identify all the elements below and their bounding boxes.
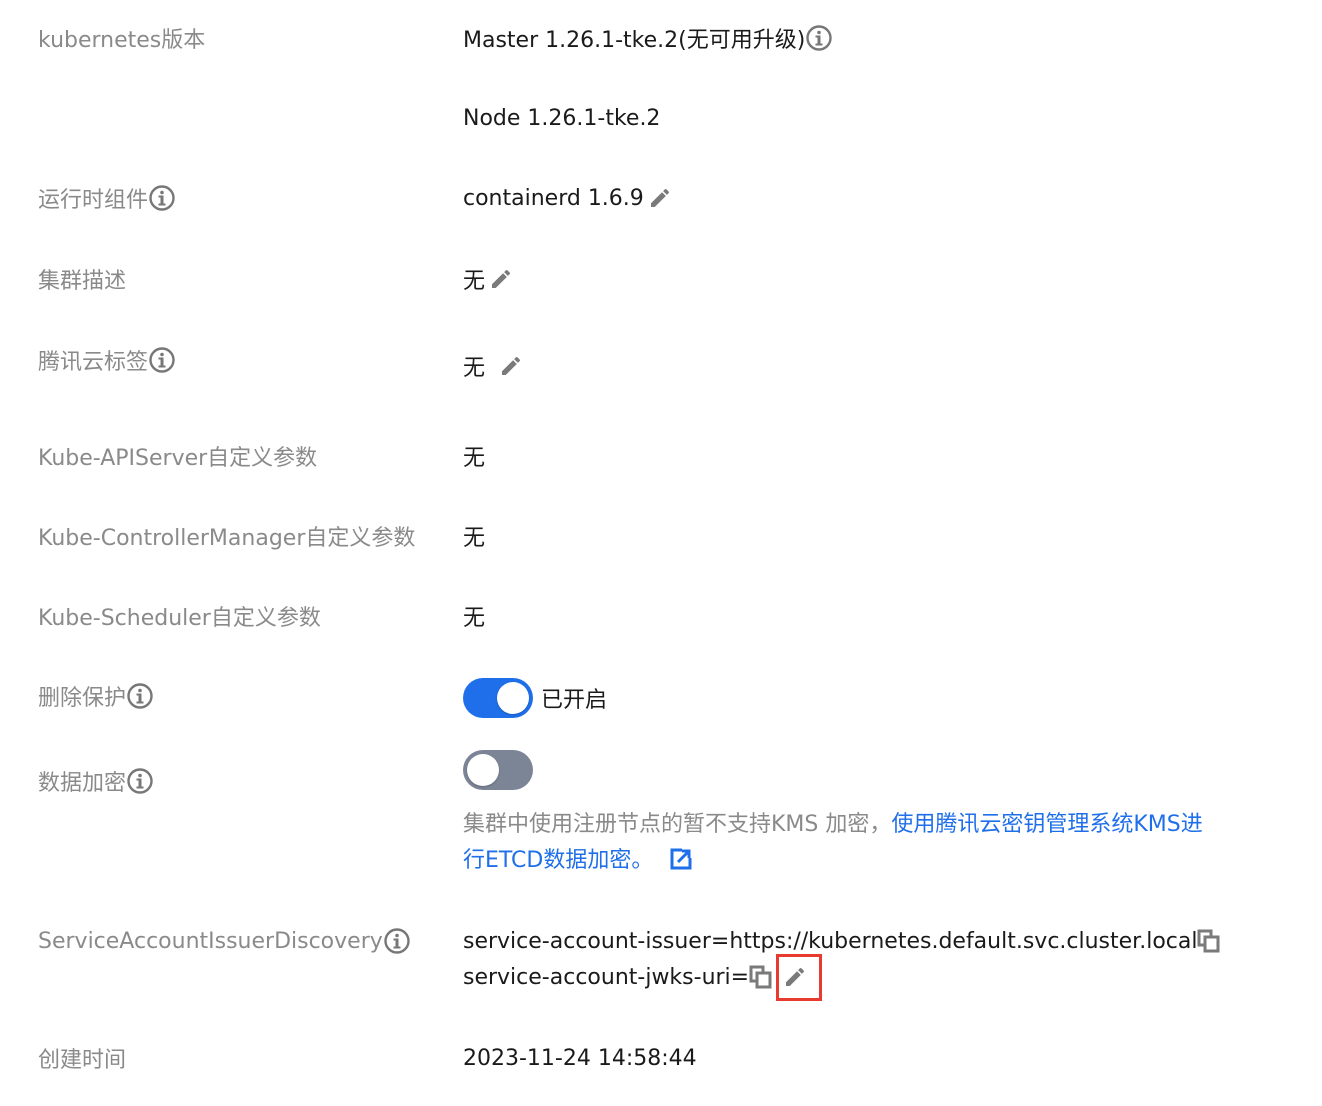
tags-label: 腾讯云标签	[38, 340, 176, 380]
runtime-label: 运行时组件	[38, 178, 176, 218]
tags-label-text: 腾讯云标签	[38, 350, 149, 375]
copy-icon[interactable]	[749, 965, 773, 989]
cluster-desc-value: 无	[463, 259, 513, 299]
sa-issuer-text: service-account-issuer=https://kubernete…	[463, 928, 1198, 954]
sa-issuer-label: ServiceAccountIssuerDiscovery	[38, 921, 411, 961]
toggle-knob	[467, 754, 499, 786]
data-encryption-label: 数据加密	[38, 761, 154, 801]
info-icon[interactable]	[148, 346, 176, 374]
deletion-protection-toggle[interactable]	[463, 678, 533, 718]
info-icon[interactable]	[126, 767, 154, 795]
sa-issuer-label-text: ServiceAccountIssuerDiscovery	[38, 928, 383, 954]
node-version: Node 1.26.1-tke.2	[463, 105, 661, 131]
apiserver-params-value: 无	[463, 446, 486, 471]
copy-icon[interactable]	[1197, 929, 1221, 953]
data-encryption-toggle[interactable]	[463, 750, 533, 790]
deletion-protection-label: 删除保护	[38, 676, 154, 716]
runtime-value: containerd 1.6.9	[463, 178, 672, 218]
sa-jwks-text: service-account-jwks-uri=	[463, 964, 750, 990]
sa-issuer-value: service-account-issuer=https://kubernete…	[463, 921, 1221, 961]
scheduler-params-value: 无	[463, 606, 486, 631]
created-label: 创建时间	[38, 1048, 127, 1073]
highlight-box	[776, 954, 822, 1001]
deletion-protection-status: 已开启	[541, 688, 608, 713]
controller-params-label: Kube-ControllerManager自定义参数	[38, 526, 416, 551]
runtime-label-text: 运行时组件	[38, 188, 149, 213]
data-encryption-note-text: 集群中使用注册节点的暂不支持KMS 加密，	[463, 812, 892, 837]
controller-params-value: 无	[463, 526, 486, 551]
data-encryption-value	[463, 750, 533, 790]
external-link-icon[interactable]	[670, 848, 693, 870]
master-version: Master 1.26.1-tke.2(无可用升级)	[463, 28, 806, 53]
edit-icon[interactable]	[648, 186, 672, 210]
sa-jwks-value: service-account-jwks-uri=	[463, 957, 807, 997]
tags-value-text: 无	[463, 356, 486, 381]
runtime-value-text: containerd 1.6.9	[463, 185, 644, 211]
info-icon[interactable]	[383, 927, 411, 955]
info-icon[interactable]	[126, 682, 154, 710]
tags-value: 无	[463, 346, 523, 386]
deletion-protection-value: 已开启	[463, 678, 607, 718]
cluster-desc-label: 集群描述	[38, 269, 127, 294]
info-icon[interactable]	[148, 184, 176, 212]
created-value: 2023-11-24 14:58:44	[463, 1045, 697, 1071]
k8s-version-label: kubernetes版本	[38, 28, 206, 53]
data-encryption-note: 集群中使用注册节点的暂不支持KMS 加密，使用腾讯云密钥管理系统KMS进行ETC…	[463, 807, 1223, 879]
deletion-protection-label-text: 删除保护	[38, 686, 127, 711]
data-encryption-label-text: 数据加密	[38, 771, 127, 796]
scheduler-params-label: Kube-Scheduler自定义参数	[38, 606, 321, 631]
k8s-version-value: Master 1.26.1-tke.2(无可用升级)	[463, 18, 833, 58]
toggle-knob	[497, 682, 529, 714]
edit-icon[interactable]	[489, 267, 513, 291]
apiserver-params-label: Kube-APIServer自定义参数	[38, 446, 318, 471]
edit-icon[interactable]	[499, 354, 523, 378]
info-icon[interactable]	[805, 24, 833, 52]
cluster-desc-text: 无	[463, 269, 486, 294]
